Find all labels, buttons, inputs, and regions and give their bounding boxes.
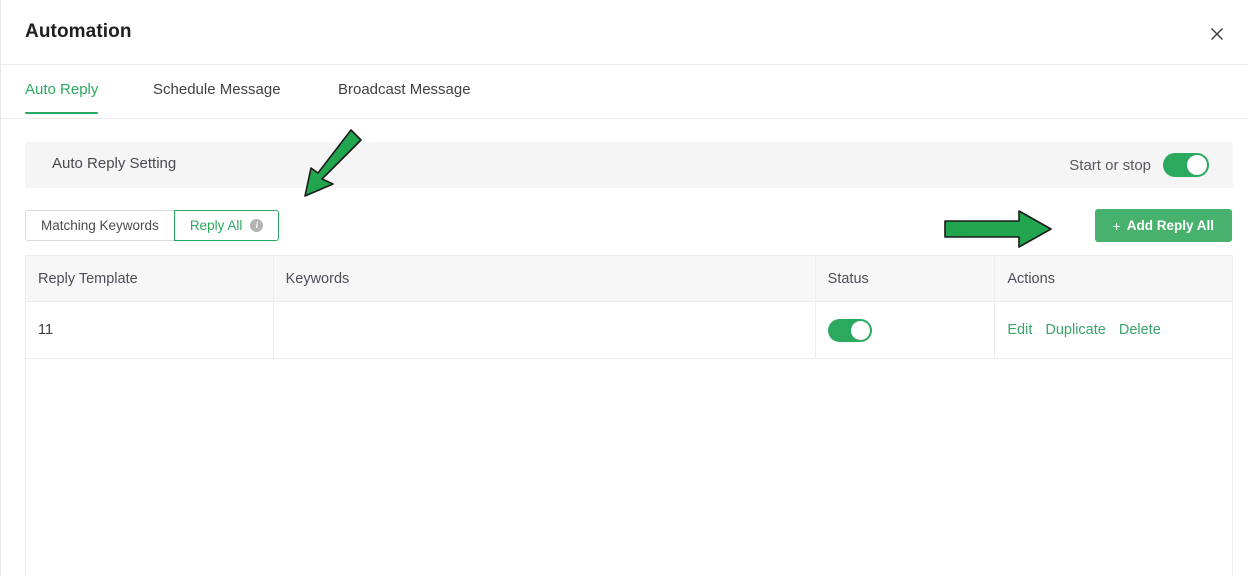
start-or-stop-toggle[interactable] — [1163, 153, 1209, 177]
reply-all-table: Reply Template Keywords Status Actions 1… — [25, 255, 1233, 576]
column-header-reply-template: Reply Template — [26, 256, 274, 301]
tab-auto-reply[interactable]: Auto Reply — [25, 81, 98, 98]
toggle-knob — [851, 321, 870, 340]
cell-keywords — [274, 302, 816, 358]
table-row: 11 Edit Duplicate Delete — [26, 302, 1232, 359]
auto-reply-setting-bar: Auto Reply Setting Start or stop — [25, 142, 1233, 188]
row-status-toggle[interactable] — [828, 319, 872, 342]
automation-panel: Automation Auto Reply Schedule Message B… — [0, 0, 1248, 576]
tab-broadcast-message-label: Broadcast Message — [338, 81, 471, 98]
delete-link[interactable]: Delete — [1119, 322, 1161, 338]
segment-matching-keywords-label: Matching Keywords — [41, 218, 159, 233]
add-reply-all-label: Add Reply All — [1127, 218, 1214, 233]
info-icon[interactable]: i — [250, 219, 263, 232]
start-or-stop-group: Start or stop — [1069, 142, 1209, 188]
add-reply-all-button[interactable]: + Add Reply All — [1095, 209, 1232, 242]
plus-icon: + — [1113, 218, 1121, 234]
page-title: Automation — [25, 21, 132, 43]
start-or-stop-label: Start or stop — [1069, 157, 1151, 174]
cell-actions: Edit Duplicate Delete — [995, 302, 1232, 358]
row-actions: Edit Duplicate Delete — [1007, 322, 1160, 338]
table-header-row: Reply Template Keywords Status Actions — [26, 255, 1232, 302]
toggle-knob — [1187, 155, 1207, 175]
reply-mode-segmented-control: Matching Keywords Reply All i — [25, 210, 279, 241]
panel-header: Automation — [1, 0, 1248, 65]
segment-matching-keywords[interactable]: Matching Keywords — [25, 210, 175, 241]
tab-broadcast-message[interactable]: Broadcast Message — [338, 81, 471, 98]
segment-reply-all-label: Reply All — [190, 218, 243, 233]
edit-link[interactable]: Edit — [1007, 322, 1032, 338]
tab-bar: Auto Reply Schedule Message Broadcast Me… — [1, 65, 1248, 119]
horizontal-arrow-annotation — [943, 208, 1055, 255]
cell-reply-template: 11 — [26, 302, 274, 358]
column-header-actions: Actions — [995, 256, 1232, 301]
auto-reply-setting-label: Auto Reply Setting — [52, 155, 176, 172]
tab-schedule-message[interactable]: Schedule Message — [153, 81, 281, 98]
close-icon[interactable] — [1207, 24, 1227, 44]
tab-schedule-message-label: Schedule Message — [153, 81, 281, 98]
cell-status — [816, 302, 996, 358]
tab-auto-reply-label: Auto Reply — [25, 81, 98, 98]
duplicate-link[interactable]: Duplicate — [1045, 322, 1105, 338]
column-header-status: Status — [816, 256, 996, 301]
column-header-keywords: Keywords — [274, 256, 816, 301]
segment-reply-all[interactable]: Reply All i — [174, 210, 280, 241]
